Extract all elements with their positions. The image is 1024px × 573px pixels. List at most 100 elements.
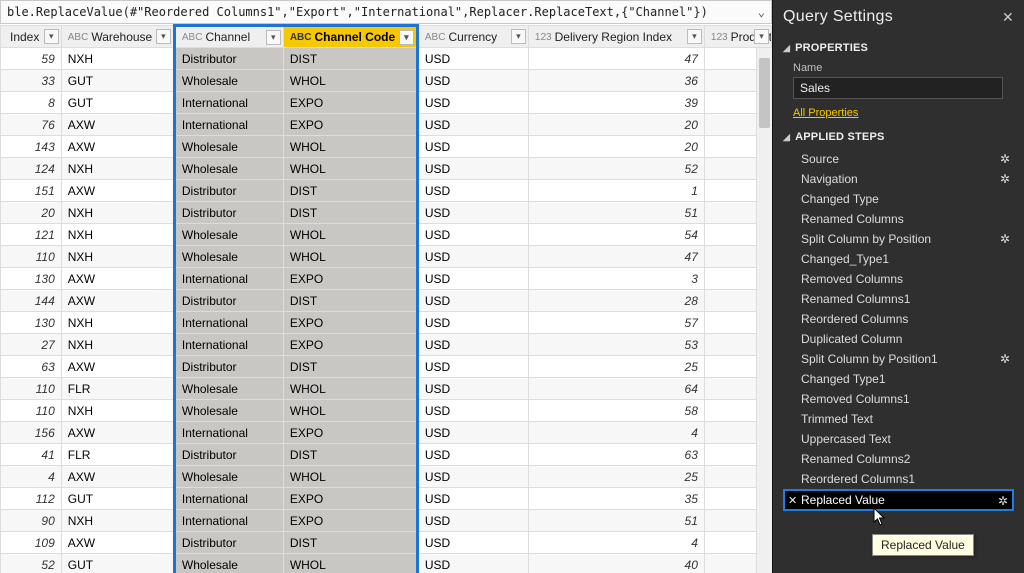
applied-step[interactable]: Split Column by Position1✲ [783,349,1014,369]
table-cell[interactable]: Distributor [174,48,283,70]
table-cell[interactable]: Distributor [174,356,283,378]
table-cell[interactable]: USD [417,158,528,180]
table-cell[interactable]: 47 [528,48,704,70]
table-row[interactable]: 130AXWInternationalEXPOUSD3 [1,268,772,290]
table-cell[interactable]: International [174,488,283,510]
table-cell[interactable]: International [174,334,283,356]
table-cell[interactable]: WHOL [283,400,417,422]
applied-step[interactable]: Source✲ [783,149,1014,169]
table-cell[interactable]: USD [417,224,528,246]
column-header[interactable]: 123Delivery Region Index▾ [528,26,704,48]
table-cell[interactable]: USD [417,48,528,70]
filter-dropdown-icon[interactable]: ▾ [687,29,702,44]
table-cell[interactable]: GUT [61,70,174,92]
table-cell[interactable]: 110 [1,246,62,268]
close-icon[interactable]: ✕ [1002,9,1014,26]
table-row[interactable]: 144AXWDistributorDISTUSD28 [1,290,772,312]
applied-step[interactable]: Reordered Columns [783,309,1014,329]
table-cell[interactable]: 90 [1,510,62,532]
table-cell[interactable]: 110 [1,400,62,422]
table-cell[interactable]: NXH [61,312,174,334]
table-cell[interactable]: USD [417,510,528,532]
applied-step[interactable]: Renamed Columns [783,209,1014,229]
table-cell[interactable]: 1 [528,180,704,202]
table-cell[interactable]: 121 [1,224,62,246]
table-row[interactable]: 33GUTWholesaleWHOLUSD36 [1,70,772,92]
table-cell[interactable]: DIST [283,444,417,466]
table-cell[interactable]: USD [417,444,528,466]
table-cell[interactable]: EXPO [283,312,417,334]
applied-step[interactable]: Trimmed Text [783,409,1014,429]
table-row[interactable]: 59NXHDistributorDISTUSD47 [1,48,772,70]
table-cell[interactable]: USD [417,268,528,290]
table-cell[interactable]: DIST [283,290,417,312]
table-cell[interactable]: USD [417,136,528,158]
table-cell[interactable]: Distributor [174,532,283,554]
table-cell[interactable]: 143 [1,136,62,158]
table-cell[interactable]: 51 [528,202,704,224]
table-cell[interactable]: 63 [528,444,704,466]
table-row[interactable]: 151AXWDistributorDISTUSD1 [1,180,772,202]
filter-dropdown-icon[interactable]: ▾ [399,30,414,45]
table-cell[interactable]: EXPO [283,510,417,532]
table-cell[interactable]: 20 [1,202,62,224]
table-cell[interactable]: 59 [1,48,62,70]
table-cell[interactable]: Wholesale [174,158,283,180]
table-cell[interactable]: 110 [1,378,62,400]
table-cell[interactable]: International [174,114,283,136]
table-cell[interactable]: 109 [1,532,62,554]
column-header[interactable]: ABCChannel Code▾ [283,26,417,48]
applied-step[interactable]: Uppercased Text [783,429,1014,449]
filter-dropdown-icon[interactable]: ▾ [266,30,281,45]
table-cell[interactable]: International [174,510,283,532]
table-cell[interactable]: USD [417,378,528,400]
table-cell[interactable]: USD [417,290,528,312]
column-header[interactable]: Index▾ [1,26,62,48]
applied-step[interactable]: Split Column by Position✲ [783,229,1014,249]
delete-step-icon[interactable]: ✕ [788,494,797,507]
table-cell[interactable]: Wholesale [174,70,283,92]
table-cell[interactable]: USD [417,356,528,378]
table-row[interactable]: 109AXWDistributorDISTUSD4 [1,532,772,554]
table-cell[interactable]: AXW [61,180,174,202]
table-cell[interactable]: EXPO [283,488,417,510]
query-name-input[interactable] [793,77,1003,99]
table-cell[interactable]: Wholesale [174,246,283,268]
table-cell[interactable]: 41 [1,444,62,466]
table-cell[interactable]: 52 [528,158,704,180]
applied-step[interactable]: Changed_Type1 [783,249,1014,269]
table-cell[interactable]: USD [417,202,528,224]
table-cell[interactable]: 124 [1,158,62,180]
table-cell[interactable]: FLR [61,444,174,466]
table-cell[interactable]: 130 [1,312,62,334]
table-cell[interactable]: USD [417,70,528,92]
table-cell[interactable]: AXW [61,356,174,378]
column-header[interactable]: 123Product▾ [704,26,771,48]
all-properties-link[interactable]: All Properties [793,107,1014,119]
table-cell[interactable]: WHOL [283,378,417,400]
table-cell[interactable]: GUT [61,92,174,114]
table-cell[interactable]: WHOL [283,224,417,246]
table-row[interactable]: 20NXHDistributorDISTUSD51 [1,202,772,224]
filter-dropdown-icon[interactable]: ▾ [156,29,171,44]
table-cell[interactable]: 4 [528,422,704,444]
table-cell[interactable]: AXW [61,136,174,158]
table-cell[interactable]: 63 [1,356,62,378]
table-cell[interactable]: 57 [528,312,704,334]
table-cell[interactable]: USD [417,488,528,510]
table-row[interactable]: 143AXWWholesaleWHOLUSD20 [1,136,772,158]
data-grid[interactable]: Index▾ABCWarehouse▾ABCChannel▾ABCChannel… [0,24,772,573]
table-cell[interactable]: Wholesale [174,466,283,488]
table-cell[interactable]: DIST [283,356,417,378]
table-cell[interactable]: Distributor [174,202,283,224]
gear-icon[interactable]: ✲ [998,494,1008,508]
table-cell[interactable]: NXH [61,246,174,268]
table-cell[interactable]: International [174,422,283,444]
table-cell[interactable]: 54 [528,224,704,246]
table-cell[interactable]: USD [417,400,528,422]
applied-step[interactable]: Navigation✲ [783,169,1014,189]
table-cell[interactable]: USD [417,312,528,334]
table-cell[interactable]: EXPO [283,334,417,356]
table-cell[interactable]: AXW [61,290,174,312]
table-cell[interactable]: DIST [283,180,417,202]
